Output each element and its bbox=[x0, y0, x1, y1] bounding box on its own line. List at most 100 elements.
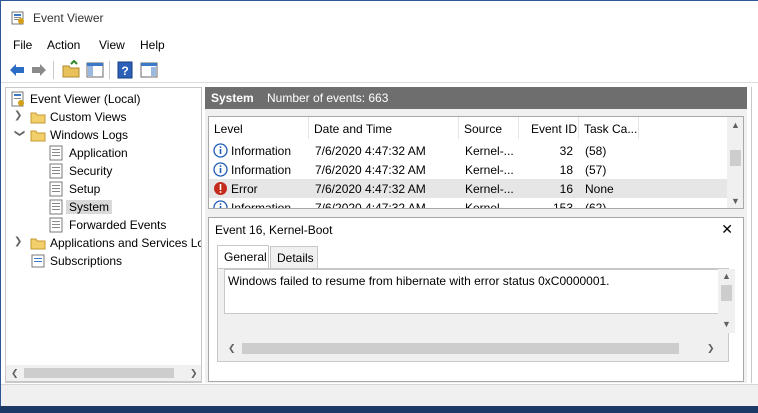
log-file-icon bbox=[49, 199, 63, 215]
cell-task: (62) bbox=[585, 201, 607, 209]
menu-file[interactable]: File bbox=[13, 38, 32, 52]
menu-view[interactable]: View bbox=[99, 38, 125, 52]
cell-date: 7/6/2020 4:47:32 AM bbox=[315, 144, 426, 158]
tree-item-application[interactable]: Application bbox=[8, 144, 198, 162]
scrollbar-thumb[interactable] bbox=[721, 285, 732, 301]
scrollbar-thumb[interactable] bbox=[24, 368, 174, 378]
tree-label: Subscriptions bbox=[50, 254, 123, 268]
tree-item-forwarded-events[interactable]: Forwarded Events bbox=[8, 216, 198, 234]
log-file-icon bbox=[49, 217, 63, 233]
cell-event-id: 153 bbox=[552, 201, 573, 209]
column-header-date-time[interactable]: Date and Time bbox=[309, 117, 459, 139]
chevron-right-icon[interactable]: ❯ bbox=[14, 236, 24, 248]
subscriptions-icon bbox=[31, 254, 45, 268]
tree-label: Custom Views bbox=[50, 110, 127, 124]
window-title: Event Viewer bbox=[33, 11, 104, 25]
console-tree: Event Viewer (Local) ❯ Custom Views ❯ Wi… bbox=[5, 87, 202, 383]
folder-open-icon bbox=[30, 130, 46, 142]
menu-help[interactable]: Help bbox=[140, 38, 165, 52]
tree-item-event-viewer-local[interactable]: Event Viewer (Local) bbox=[8, 90, 198, 108]
log-file-icon bbox=[49, 181, 63, 197]
chevron-right-icon[interactable]: ❯ bbox=[14, 110, 24, 122]
chevron-down-icon[interactable]: ❯ bbox=[13, 129, 25, 139]
tab-details[interactable]: Details bbox=[270, 246, 318, 269]
column-header-source[interactable]: Source bbox=[459, 117, 519, 139]
tree-label: Applications and Services Lo bbox=[50, 236, 202, 250]
event-list-vertical-scrollbar[interactable]: ▲ ▼ bbox=[727, 117, 743, 208]
event-list: Level Date and Time Source Event ID Task… bbox=[208, 116, 744, 209]
folder-icon bbox=[30, 238, 46, 250]
cell-source: Kernel-... bbox=[465, 163, 514, 177]
table-row[interactable]: Information 7/6/2020 4:47:32 AM Kernel-.… bbox=[209, 160, 727, 179]
log-file-icon bbox=[49, 163, 63, 179]
cell-date: 7/6/2020 4:47:32 AM bbox=[315, 201, 426, 209]
folder-icon bbox=[30, 112, 46, 124]
tree-label: System bbox=[66, 200, 113, 214]
column-header-event-id[interactable]: Event ID bbox=[519, 117, 579, 139]
tree-horizontal-scrollbar[interactable]: ❮ ❯ bbox=[5, 365, 202, 382]
cell-source: Kernel-... bbox=[465, 144, 514, 158]
cell-task: None bbox=[585, 182, 614, 196]
close-icon[interactable]: ✕ bbox=[721, 221, 733, 238]
information-icon bbox=[213, 143, 228, 158]
back-arrow-icon[interactable] bbox=[7, 60, 27, 80]
cell-date: 7/6/2020 4:47:32 AM bbox=[315, 182, 426, 196]
scroll-right-icon[interactable]: ❯ bbox=[707, 343, 715, 354]
column-header-level[interactable]: Level bbox=[209, 117, 309, 139]
cell-task: (57) bbox=[585, 163, 607, 177]
tree-item-applications-and-services[interactable]: ❯ Applications and Services Lo bbox=[8, 234, 202, 252]
tree-label: Security bbox=[69, 164, 113, 178]
toolbar-separator bbox=[53, 61, 54, 79]
column-header-task-category[interactable]: Task Ca... bbox=[579, 117, 639, 139]
cell-source: Kernel- bbox=[465, 201, 504, 209]
scrollbar-thumb[interactable] bbox=[242, 343, 679, 354]
tree-label: Forwarded Events bbox=[69, 218, 167, 232]
tree-label: Application bbox=[69, 146, 128, 160]
taskbar-edge bbox=[0, 406, 758, 413]
general-tab-body: Windows failed to resume from hibernate … bbox=[217, 268, 735, 362]
message-vertical-scrollbar[interactable]: ▲ ▼ bbox=[718, 269, 735, 333]
table-row[interactable]: Information 7/6/2020 4:47:32 AM Kernel-.… bbox=[209, 141, 727, 160]
event-viewer-window: Event Viewer File Action View Help ? Eve… bbox=[0, 0, 758, 413]
information-icon bbox=[213, 200, 228, 208]
detail-title: Event 16, Kernel-Boot bbox=[215, 223, 333, 237]
scroll-down-icon[interactable]: ▼ bbox=[731, 196, 740, 206]
log-file-icon bbox=[49, 145, 63, 161]
scroll-right-icon[interactable]: ❯ bbox=[190, 368, 198, 379]
event-viewer-app-icon bbox=[11, 11, 24, 25]
tree-item-subscriptions[interactable]: Subscriptions bbox=[8, 252, 198, 270]
log-title: System bbox=[211, 91, 254, 105]
menu-action[interactable]: Action bbox=[47, 38, 80, 52]
scroll-left-icon[interactable]: ❮ bbox=[228, 343, 236, 354]
table-row-selected[interactable]: Error 7/6/2020 4:47:32 AM Kernel-... 16 … bbox=[209, 179, 727, 198]
tree-item-windows-logs[interactable]: ❯ Windows Logs bbox=[8, 126, 198, 144]
cell-event-id: 18 bbox=[559, 163, 573, 177]
table-row[interactable]: Information 7/6/2020 4:47:32 AM Kernel- … bbox=[209, 198, 727, 209]
log-header: System Number of events: 663 bbox=[205, 87, 747, 109]
tree-item-custom-views[interactable]: ❯ Custom Views bbox=[8, 108, 198, 126]
help-icon[interactable]: ? bbox=[115, 60, 135, 80]
event-message: Windows failed to resume from hibernate … bbox=[224, 269, 719, 314]
scroll-left-icon[interactable]: ❮ bbox=[11, 368, 19, 379]
cell-task: (58) bbox=[585, 144, 607, 158]
tree-item-setup[interactable]: Setup bbox=[8, 180, 198, 198]
show-hide-tree-icon[interactable] bbox=[85, 60, 105, 80]
tree-item-security[interactable]: Security bbox=[8, 162, 198, 180]
cell-level: Information bbox=[231, 201, 292, 209]
scrollbar-thumb[interactable] bbox=[730, 150, 741, 166]
menu-bar: File Action View Help bbox=[1, 34, 758, 56]
cell-level: Information bbox=[231, 144, 292, 158]
information-icon bbox=[213, 162, 228, 177]
cell-level: Information bbox=[231, 163, 292, 177]
title-bar: Event Viewer bbox=[1, 1, 758, 34]
event-detail-pane: Event 16, Kernel-Boot ✕ General Details … bbox=[208, 217, 744, 382]
scroll-down-icon[interactable]: ▼ bbox=[722, 319, 731, 329]
up-folder-icon[interactable] bbox=[61, 60, 81, 80]
tree-item-system[interactable]: System bbox=[8, 198, 198, 216]
forward-arrow-icon[interactable] bbox=[29, 60, 49, 80]
tab-general[interactable]: General bbox=[217, 245, 269, 269]
scroll-up-icon[interactable]: ▲ bbox=[722, 271, 731, 281]
message-horizontal-scrollbar[interactable]: ❮ ❯ bbox=[224, 340, 719, 357]
show-action-pane-icon[interactable] bbox=[139, 60, 159, 80]
scroll-up-icon[interactable]: ▲ bbox=[731, 120, 740, 130]
